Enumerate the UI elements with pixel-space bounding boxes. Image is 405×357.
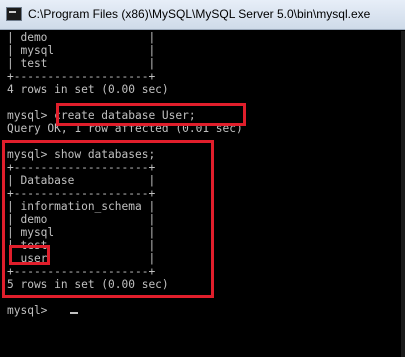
text-cursor [70,312,78,314]
console-line: | test | [7,57,156,70]
console-app-icon [6,7,22,21]
console-line: +--------------------+ [7,70,156,83]
title-bar[interactable]: C:\Program Files (x86)\MySQL\MySQL Serve… [0,0,405,30]
console-line: 4 rows in set (0.00 sec) [7,83,169,96]
mysql-prompt: mysql> [7,304,55,317]
console-scrollbar[interactable] [401,31,405,357]
console-line: | mysql | [7,44,156,57]
console-output[interactable]: | demo | | mysql | | test | +-----------… [0,31,405,357]
console-window: C:\Program Files (x86)\MySQL\MySQL Serve… [0,0,405,357]
window-title: C:\Program Files (x86)\MySQL\MySQL Serve… [28,7,371,21]
console-line: | demo | [7,31,156,44]
show-databases-highlight [2,140,214,298]
user-row-highlight [9,245,50,265]
create-command-highlight [56,103,246,126]
